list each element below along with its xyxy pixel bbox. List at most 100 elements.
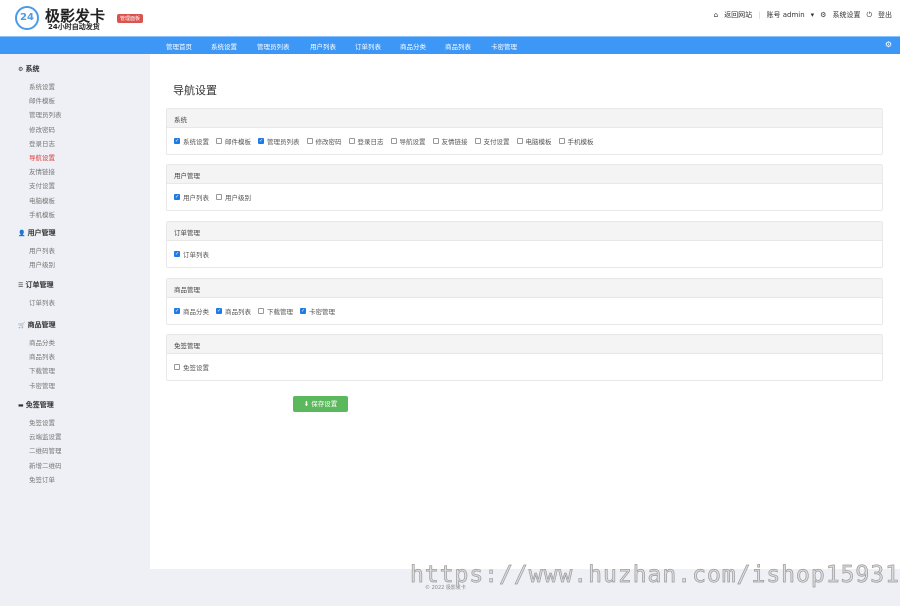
- checkbox-icon[interactable]: [474, 138, 481, 144]
- checkbox-icon[interactable]: [558, 138, 565, 144]
- logout-link[interactable]: 登出: [878, 10, 892, 20]
- nav-item[interactable]: 管理员列表: [257, 41, 290, 51]
- checkbox-label: 系统设置: [183, 138, 209, 146]
- checkbox-icon[interactable]: ✓: [174, 251, 180, 257]
- save-label: 保存设置: [311, 400, 338, 408]
- nav-item[interactable]: 商品分类: [400, 41, 426, 51]
- save-button[interactable]: ⬇ 保存设置: [293, 396, 348, 412]
- sidebar-item[interactable]: 管理员列表: [29, 109, 62, 119]
- sidebar-group[interactable]: 🛒 商品管理: [18, 320, 56, 330]
- nav-item[interactable]: 订单列表: [355, 41, 381, 51]
- checkbox-icon[interactable]: ✓: [174, 194, 180, 200]
- power-icon: ⏻: [866, 10, 872, 19]
- checkbox-icon[interactable]: ✓: [216, 308, 222, 314]
- sidebar: ⚙ 系统系统设置邮件模板管理员列表修改密码登录日志导航设置友情链接支付设置电脑模…: [0, 54, 150, 606]
- nav-section-panel: 免签管理 免签设置: [166, 334, 883, 381]
- sidebar-item[interactable]: 邮件模板: [29, 95, 55, 105]
- sidebar-item[interactable]: 订单列表: [29, 297, 55, 307]
- sidebar-group[interactable]: ▬ 免签管理: [18, 400, 54, 410]
- sidebar-item[interactable]: 云端监设置: [29, 431, 62, 441]
- nav-item[interactable]: 卡密管理: [491, 41, 517, 51]
- checkbox-icon[interactable]: ✓: [174, 138, 180, 144]
- sidebar-item[interactable]: 卡密管理: [29, 380, 55, 390]
- nav-option-checkbox[interactable]: ✓ 系统设置: [174, 136, 209, 146]
- nav-section-panel: 系统 ✓ 系统设置 邮件模板 ✓ 管理员列表 修改密码 登录日志 导航设置 友情链接 支付设置 电脑模…: [166, 108, 883, 155]
- nav-section-panel: 订单管理 ✓ 订单列表: [166, 221, 883, 268]
- nav-option-checkbox[interactable]: 友情链接: [432, 136, 468, 146]
- nav-option-checkbox[interactable]: 登录日志: [348, 136, 384, 146]
- nav-option-checkbox[interactable]: 支付设置: [474, 136, 510, 146]
- sidebar-item[interactable]: 用户列表: [29, 245, 55, 255]
- sidebar-group-title: 商品管理: [27, 321, 56, 329]
- checkbox-icon[interactable]: [174, 364, 180, 370]
- sidebar-item[interactable]: 系统设置: [29, 81, 55, 91]
- sidebar-group[interactable]: ⚙ 系统: [18, 64, 39, 74]
- panel-body: ✓ 用户列表 用户级别: [167, 184, 882, 210]
- checkbox-icon[interactable]: [216, 138, 222, 144]
- gear-icon[interactable]: ⚙: [885, 40, 892, 49]
- checkbox-icon[interactable]: [306, 138, 313, 144]
- sidebar-group[interactable]: 👤 用户管理: [18, 228, 56, 238]
- nav-option-checkbox[interactable]: ✓ 订单列表: [174, 249, 209, 259]
- sidebar-item[interactable]: 新增二维码: [29, 460, 62, 470]
- nav-item[interactable]: 系统设置: [211, 41, 237, 51]
- nav-option-checkbox[interactable]: 手机模板: [558, 136, 594, 146]
- nav-item[interactable]: 管理首页: [166, 41, 192, 51]
- nav-option-checkbox[interactable]: ✓ 用户列表: [174, 192, 209, 202]
- nav-option-checkbox[interactable]: ✓ 商品分类: [174, 306, 209, 316]
- sidebar-group-title: 系统: [25, 65, 40, 73]
- checkbox-icon[interactable]: ✓: [174, 308, 180, 314]
- sidebar-group[interactable]: ☰ 订单管理: [18, 280, 53, 290]
- checkbox-icon[interactable]: [390, 138, 397, 144]
- divider: |: [758, 11, 761, 19]
- sidebar-item[interactable]: 二维码管理: [29, 445, 62, 455]
- account-dropdown[interactable]: 账号 admin: [766, 10, 804, 20]
- nav-item[interactable]: 商品列表: [445, 41, 471, 51]
- watermark: https://www.huzhan.com/ishop15931: [410, 562, 900, 589]
- header: 24 极影发卡 24小时自动发货 管理面板 ⌂ 返回网站 | 账号 admin …: [0, 0, 900, 36]
- nav-item[interactable]: 用户列表: [310, 41, 336, 51]
- sidebar-item[interactable]: 手机模板: [29, 209, 55, 219]
- checkbox-icon[interactable]: ✓: [300, 308, 306, 314]
- nav-option-checkbox[interactable]: 邮件模板: [216, 136, 251, 146]
- sidebar-item[interactable]: 免签订单: [29, 474, 55, 484]
- settings-link[interactable]: 系统设置: [832, 10, 860, 20]
- checkbox-icon[interactable]: [348, 138, 355, 144]
- sidebar-item[interactable]: 商品列表: [29, 351, 55, 361]
- top-nav: ⚙ 管理首页 系统设置 管理员列表 用户列表 订单列表 商品分类 商品列表 卡密管理: [0, 36, 900, 54]
- logo-subtitle: 24小时自动发货: [48, 23, 100, 31]
- sidebar-item[interactable]: 商品分类: [29, 337, 55, 347]
- back-to-site-link[interactable]: 返回网站: [724, 10, 752, 20]
- checkbox-label: 导航设置: [399, 138, 426, 146]
- nav-option-checkbox[interactable]: 用户级别: [216, 192, 251, 202]
- caret-down-icon[interactable]: ▾: [811, 11, 815, 19]
- panel-heading: 订单管理: [167, 222, 882, 241]
- sidebar-item[interactable]: 用户级别: [29, 259, 55, 269]
- sidebar-item[interactable]: 登录日志: [29, 138, 55, 148]
- nav-option-checkbox[interactable]: 电脑模板: [516, 136, 552, 146]
- checkbox-label: 修改密码: [315, 138, 342, 146]
- checkbox-icon[interactable]: [258, 308, 264, 314]
- panel-body: 免签设置: [167, 354, 882, 380]
- sidebar-item[interactable]: 免签设置: [29, 417, 55, 427]
- nav-option-checkbox[interactable]: ✓ 商品列表: [216, 306, 251, 316]
- sidebar-item[interactable]: 友情链接: [29, 166, 55, 176]
- checkbox-icon[interactable]: [516, 138, 523, 144]
- sidebar-item[interactable]: 修改密码: [29, 124, 55, 134]
- checkbox-label: 电脑模板: [525, 138, 552, 146]
- sidebar-item[interactable]: 导航设置: [29, 152, 55, 162]
- nav-option-checkbox[interactable]: 免签设置: [174, 362, 209, 372]
- sidebar-item[interactable]: 电脑模板: [29, 195, 55, 205]
- nav-option-checkbox[interactable]: 下载管理: [258, 306, 293, 316]
- checkbox-icon[interactable]: ✓: [258, 138, 264, 144]
- checkbox-icon[interactable]: [432, 138, 439, 144]
- nav-option-checkbox[interactable]: 导航设置: [390, 136, 426, 146]
- nav-option-checkbox[interactable]: 修改密码: [306, 136, 342, 146]
- nav-option-checkbox[interactable]: ✓ 卡密管理: [300, 306, 335, 316]
- checkbox-label: 免签设置: [183, 364, 209, 372]
- gear-icon: ⚙: [820, 11, 827, 19]
- nav-option-checkbox[interactable]: ✓ 管理员列表: [258, 136, 300, 146]
- checkbox-icon[interactable]: [216, 194, 222, 200]
- sidebar-item[interactable]: 下载管理: [29, 365, 55, 375]
- sidebar-item[interactable]: 支付设置: [29, 180, 55, 190]
